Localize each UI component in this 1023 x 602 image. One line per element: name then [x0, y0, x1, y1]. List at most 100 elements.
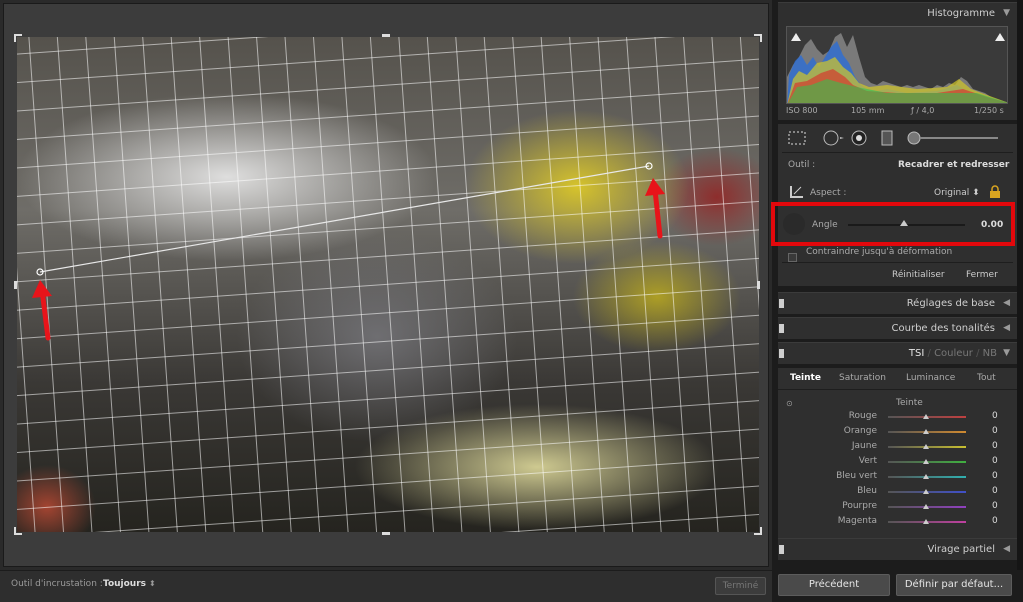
hsl-row: Rouge 0	[778, 410, 1017, 425]
subtab-tout[interactable]: Tout	[977, 373, 996, 383]
hsl-row: Magenta 0	[778, 515, 1017, 530]
updown-icon: ⬍	[149, 579, 156, 588]
image-canvas: Outil d'incrustation : Toujours ⬍ Terminé	[0, 0, 772, 602]
histogram-iso: ISO 800	[786, 106, 818, 115]
highlight-annotation	[771, 202, 1015, 246]
hsl-row-label: Pourpre	[842, 501, 877, 511]
bottom-buttons: Précédent Définir par défaut...	[772, 570, 1023, 602]
hsl-slider-thumb[interactable]	[923, 429, 929, 434]
hsl-slider-thumb[interactable]	[923, 489, 929, 494]
hsl-slider-thumb[interactable]	[923, 444, 929, 449]
hsl-row-value[interactable]: 0	[992, 471, 998, 481]
bottom-toolbar: Outil d'incrustation : Toujours ⬍ Terminé	[0, 570, 772, 602]
lock-icon[interactable]	[989, 184, 1001, 203]
hsl-row-value[interactable]: 0	[992, 411, 998, 421]
histogram-aperture: ƒ / 4,0	[911, 106, 935, 115]
hsl-row-label: Vert	[858, 456, 877, 466]
constrain-checkbox[interactable]	[788, 248, 798, 267]
collapse-triangle-icon: ▼	[1003, 8, 1010, 18]
hsl-row-value[interactable]: 0	[992, 426, 998, 436]
panel-toggle[interactable]	[779, 324, 784, 333]
expand-triangle-icon: ◀	[1003, 544, 1010, 554]
aspect-value: Original	[934, 188, 970, 198]
hsl-subtabs: Teinte Saturation Luminance Tout	[778, 368, 1017, 390]
panel-header-histogram[interactable]: Histogramme ▼	[778, 2, 1017, 24]
subtab-luminance[interactable]: Luminance	[906, 373, 955, 383]
separator	[782, 152, 1013, 153]
panel-toggle[interactable]	[779, 545, 784, 554]
histogram-focal: 105 mm	[851, 106, 885, 115]
separator	[782, 262, 1013, 263]
previous-button[interactable]: Précédent	[778, 574, 890, 596]
aspect-label: Aspect :	[810, 188, 847, 198]
hsl-tab[interactable]: TSI	[909, 348, 924, 359]
hsl-row-value[interactable]: 0	[992, 456, 998, 466]
basic-title: Réglages de base	[906, 298, 995, 309]
hsl-row-value[interactable]: 0	[992, 441, 998, 451]
overlay-label: Outil d'incrustation :	[11, 579, 103, 589]
histogram-panel: ISO 800 105 mm ƒ / 4,0 1/250 s	[778, 22, 1017, 120]
panel-header-basic[interactable]: Réglages de base ◀	[778, 292, 1017, 314]
hsl-row: Orange 0	[778, 425, 1017, 440]
histogram-shutter: 1/250 s	[974, 106, 1004, 115]
overlay-value: Toujours	[103, 579, 147, 589]
constrain-label: Contraindre jusqu'à déformation	[806, 247, 953, 257]
panel-toggle[interactable]	[779, 299, 784, 308]
red-eye-icon[interactable]	[850, 130, 868, 150]
hsl-panel: Teinte Saturation Luminance Tout ⊙ Teint…	[778, 368, 1017, 538]
hsl-row: Bleu 0	[778, 485, 1017, 500]
arrow-left-icon	[32, 280, 52, 341]
hsl-slider-thumb[interactable]	[923, 414, 929, 419]
panel-scrollbar[interactable]	[1017, 0, 1023, 602]
hsl-section-title: Teinte	[896, 398, 923, 408]
highlight-clipping-icon[interactable]	[995, 33, 1005, 41]
collapse-triangle-icon: ▼	[1003, 348, 1010, 358]
panel-header-hsl[interactable]: TSI / Couleur / NB ▼	[778, 342, 1017, 364]
hsl-row-label: Rouge	[848, 411, 877, 421]
panel-header-split-toning[interactable]: Virage partiel ◀	[778, 538, 1017, 560]
expand-triangle-icon: ◀	[1003, 298, 1010, 308]
panel-header-tone-curve[interactable]: Courbe des tonalités ◀	[778, 317, 1017, 339]
shadow-clipping-icon[interactable]	[791, 33, 801, 41]
reset-button[interactable]: Réinitialiser	[892, 270, 945, 280]
arrow-right-icon	[645, 178, 665, 239]
close-button[interactable]: Fermer	[966, 270, 998, 280]
split-title: Virage partiel	[927, 544, 995, 555]
aspect-lock-tool-icon[interactable]	[788, 184, 806, 204]
hsl-row-value[interactable]: 0	[992, 486, 998, 496]
hsl-slider-thumb[interactable]	[923, 504, 929, 509]
color-tab[interactable]: Couleur	[934, 348, 973, 359]
histogram-title: Histogramme	[927, 8, 995, 19]
hsl-row-label: Bleu	[857, 486, 877, 496]
straighten-line	[39, 165, 650, 273]
graduated-filter-icon[interactable]	[880, 130, 894, 150]
hsl-row-label: Jaune	[851, 441, 877, 451]
spot-removal-icon[interactable]	[822, 130, 844, 150]
hsl-slider-thumb[interactable]	[923, 519, 929, 524]
tool-label: Outil :	[788, 160, 816, 170]
hsl-row: Jaune 0	[778, 440, 1017, 455]
nb-tab[interactable]: NB	[983, 348, 997, 359]
hsl-slider-thumb[interactable]	[923, 459, 929, 464]
crop-overlay-icon[interactable]	[788, 130, 806, 149]
panel-toggle[interactable]	[779, 349, 784, 358]
tool-value: Recadrer et redresser	[898, 160, 1010, 170]
adjustment-brush-icon[interactable]	[906, 130, 1002, 150]
hsl-row-value[interactable]: 0	[992, 501, 998, 511]
tone-curve-title: Courbe des tonalités	[891, 323, 995, 334]
set-default-button[interactable]: Définir par défaut...	[896, 574, 1012, 596]
hsl-slider-thumb[interactable]	[923, 474, 929, 479]
overlay-select[interactable]: Toujours ⬍	[103, 579, 156, 589]
hsl-row-label: Magenta	[837, 516, 877, 526]
hsl-row: Pourpre 0	[778, 500, 1017, 515]
subtab-teinte[interactable]: Teinte	[790, 373, 821, 383]
histogram-chart	[786, 26, 1008, 104]
hsl-row: Bleu vert 0	[778, 470, 1017, 485]
right-panel: Histogramme ▼ ISO 800 105 mm ƒ / 4,0 1/2…	[772, 0, 1023, 602]
aspect-select[interactable]: Original ⬍	[934, 188, 980, 198]
target-adjust-icon[interactable]: ⊙	[786, 399, 793, 408]
done-button[interactable]: Terminé	[715, 577, 766, 595]
subtab-saturation[interactable]: Saturation	[839, 373, 886, 383]
hsl-row-value[interactable]: 0	[992, 516, 998, 526]
straighten-overlay	[32, 162, 665, 341]
